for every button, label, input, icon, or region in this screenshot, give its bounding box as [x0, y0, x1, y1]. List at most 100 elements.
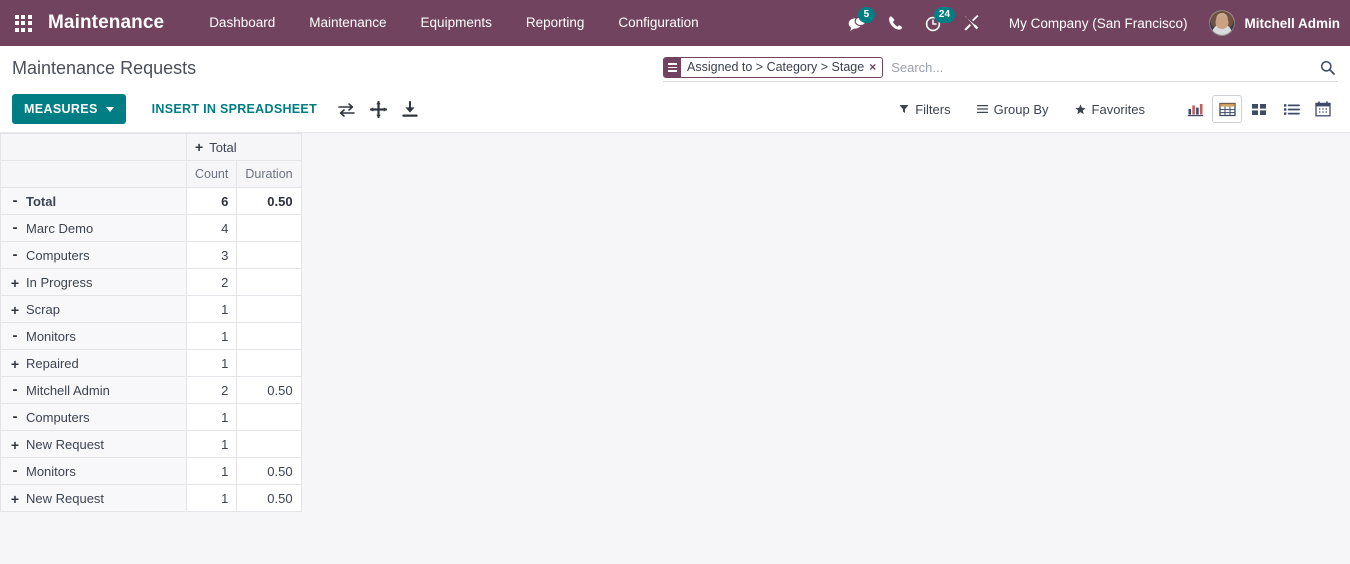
collapse-row-icon[interactable]: -	[9, 247, 21, 262]
view-button-graph[interactable]	[1180, 95, 1210, 123]
pivot-row-header[interactable]: + In Progress	[0, 268, 187, 296]
search-input[interactable]	[883, 57, 1316, 78]
kanban-icon	[1252, 103, 1266, 115]
maintenance-tools-button[interactable]	[955, 0, 989, 46]
apps-menu-button[interactable]	[6, 0, 40, 46]
pivot-cell-duration[interactable]	[236, 268, 302, 296]
pivot-row-label: Marc Demo	[26, 220, 94, 236]
pivot-row-header[interactable]: - Mitchell Admin	[0, 376, 187, 404]
pivot-cell-count[interactable]: 3	[185, 241, 238, 269]
filters-dropdown[interactable]: Filters	[886, 94, 963, 124]
pivot-row-header[interactable]: - Monitors	[0, 322, 187, 350]
flip-axis-button[interactable]	[331, 94, 361, 124]
voip-phone-button[interactable]	[879, 0, 913, 46]
search-view: Assigned to > Category > Stage ×	[663, 57, 1338, 82]
pivot-cell-duration[interactable]	[236, 322, 302, 350]
expand-row-icon[interactable]: +	[9, 357, 21, 371]
expand-row-icon[interactable]: +	[9, 303, 21, 317]
pivot-cell-duration[interactable]: 0.50	[236, 484, 302, 512]
expand-all-icon	[369, 100, 387, 118]
filters-label: Filters	[915, 101, 951, 117]
pivot-cell-count[interactable]: 1	[185, 484, 238, 512]
pivot-cell-duration[interactable]	[236, 214, 302, 242]
pivot-row: - Mitchell Admin 2 0.50	[0, 376, 302, 404]
view-button-kanban[interactable]	[1244, 95, 1274, 123]
pivot-column-group-total[interactable]: + Total	[186, 133, 302, 161]
insert-in-spreadsheet-button[interactable]: INSERT IN SPREADSHEET	[140, 94, 329, 124]
pivot-row-header[interactable]: - Total	[0, 187, 187, 215]
pivot-row-header[interactable]: - Monitors	[0, 457, 187, 485]
view-button-pivot[interactable]	[1212, 95, 1242, 123]
star-icon	[1074, 103, 1086, 114]
menu-item-equipments[interactable]: Equipments	[404, 0, 509, 46]
pivot-measure-duration[interactable]: Duration	[236, 160, 302, 188]
company-switcher[interactable]: My Company (San Francisco)	[991, 16, 1202, 31]
measures-button[interactable]: MEASURES	[12, 94, 126, 124]
search-button[interactable]	[1316, 58, 1338, 78]
pivot-cell-duration[interactable]: 0.50	[236, 187, 302, 215]
measures-label: MEASURES	[24, 102, 98, 116]
pivot-row-header[interactable]: + New Request	[0, 430, 187, 458]
user-menu-button[interactable]: Mitchell Admin	[1201, 0, 1350, 46]
collapse-row-icon[interactable]: -	[9, 382, 21, 397]
view-button-calendar[interactable]	[1308, 95, 1338, 123]
expand-row-icon[interactable]: +	[9, 438, 21, 452]
pivot-row-header[interactable]: + New Request	[0, 484, 187, 512]
pivot-row-header[interactable]: - Marc Demo	[0, 214, 187, 242]
pivot-cell-duration[interactable]	[236, 241, 302, 269]
pivot-row: + Scrap 1	[0, 295, 302, 323]
pivot-cell-duration[interactable]	[236, 295, 302, 323]
app-brand-maintenance[interactable]: Maintenance	[48, 12, 164, 34]
search-facet-groupby[interactable]: Assigned to > Category > Stage ×	[663, 57, 884, 78]
column-expand-toggle-icon[interactable]: +	[195, 139, 203, 155]
collapse-row-icon[interactable]: -	[9, 328, 21, 343]
control-panel-bottom-row: MEASURES INSERT IN SPREADSHEET Filters G…	[0, 88, 1350, 132]
expand-all-button[interactable]	[363, 94, 393, 124]
view-button-list[interactable]	[1276, 95, 1306, 123]
pivot-cell-duration[interactable]	[236, 403, 302, 431]
search-facet-label: Assigned to > Category > Stage	[681, 58, 869, 77]
collapse-row-icon[interactable]: -	[9, 409, 21, 424]
menu-item-maintenance[interactable]: Maintenance	[292, 0, 403, 46]
pivot-measure-count[interactable]: Count	[185, 160, 238, 188]
pivot-cell-count[interactable]: 6	[185, 187, 238, 215]
pivot-cell-count[interactable]: 1	[185, 322, 238, 350]
pivot-cell-count[interactable]: 1	[185, 403, 238, 431]
search-facet-remove-icon[interactable]: ×	[868, 58, 883, 77]
pivot-cell-count[interactable]: 2	[185, 376, 238, 404]
pivot-row-label: In Progress	[26, 274, 93, 290]
pivot-row-header[interactable]: + Repaired	[0, 349, 187, 377]
expand-row-icon[interactable]: +	[9, 276, 21, 290]
activities-menu-button[interactable]: 24	[917, 0, 956, 46]
collapse-row-icon[interactable]: -	[9, 193, 21, 208]
groupby-dropdown[interactable]: Group By	[964, 94, 1062, 124]
pivot-row: - Computers 3	[0, 241, 302, 269]
messages-menu-button[interactable]: 5	[841, 0, 875, 46]
menu-item-configuration[interactable]: Configuration	[601, 0, 715, 46]
menu-item-dashboard[interactable]: Dashboard	[192, 0, 292, 46]
menu-item-reporting[interactable]: Reporting	[509, 0, 602, 46]
pivot-row-header[interactable]: + Scrap	[0, 295, 187, 323]
phone-icon	[889, 16, 903, 30]
pivot-cell-duration[interactable]: 0.50	[236, 457, 302, 485]
pivot-cell-count[interactable]: 1	[185, 430, 238, 458]
pivot-cell-count[interactable]: 2	[185, 268, 238, 296]
expand-row-icon[interactable]: +	[9, 492, 21, 506]
download-xlsx-button[interactable]	[395, 94, 425, 124]
pivot-cell-duration[interactable]: 0.50	[236, 376, 302, 404]
collapse-row-icon[interactable]: -	[9, 463, 21, 478]
pivot-cell-duration[interactable]	[236, 349, 302, 377]
pivot-row-header[interactable]: - Computers	[0, 241, 187, 269]
calendar-icon	[1315, 101, 1331, 117]
list-icon	[1283, 103, 1300, 115]
pivot-row-header[interactable]: - Computers	[0, 403, 187, 431]
favorites-dropdown[interactable]: Favorites	[1062, 94, 1158, 124]
pivot-cell-duration[interactable]	[236, 430, 302, 458]
collapse-row-icon[interactable]: -	[9, 220, 21, 235]
pivot-row: - Marc Demo 4	[0, 214, 302, 242]
pivot-row: - Computers 1	[0, 403, 302, 431]
pivot-cell-count[interactable]: 1	[185, 295, 238, 323]
pivot-cell-count[interactable]: 4	[185, 214, 238, 242]
pivot-cell-count[interactable]: 1	[185, 457, 238, 485]
pivot-cell-count[interactable]: 1	[185, 349, 238, 377]
